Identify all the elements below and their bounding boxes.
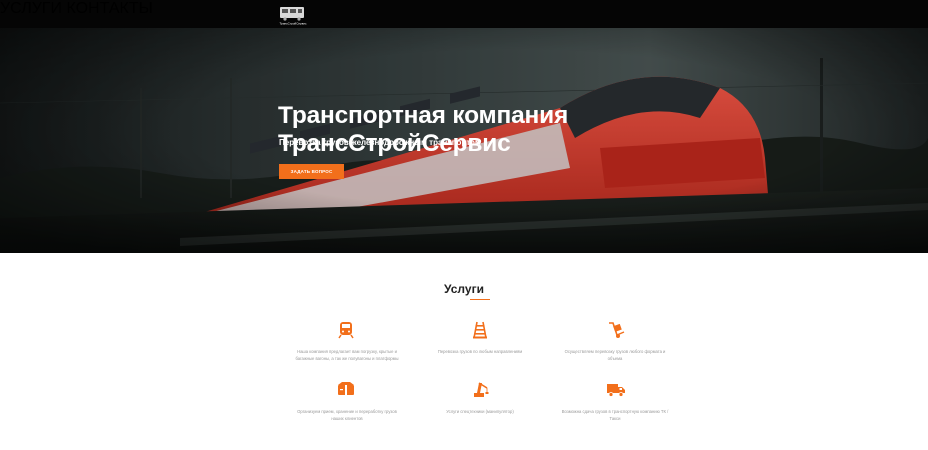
nav-link-services[interactable]: УСЛУГИ xyxy=(0,0,62,17)
service-text-1: Наша компания предлагает вам погрузку, к… xyxy=(295,349,399,361)
service-text-3: Осуществляем перевозку грузов любого фор… xyxy=(564,349,666,361)
boxes-icon xyxy=(336,379,356,399)
logo-text: ТрансСтройСервис xyxy=(280,22,307,26)
delivery-truck-icon xyxy=(606,379,626,399)
service-text-4: Организуем прием, хранение и переработку… xyxy=(297,409,397,421)
hero-title: Транспортная компания ТрансСтройСервис xyxy=(278,102,568,158)
hero-section: Транспортная компания ТрансСтройСервис П… xyxy=(0,28,928,253)
services-title: Услуги xyxy=(444,282,484,296)
hero-title-line1: Транспортная компания xyxy=(278,102,569,129)
nav-link-contacts[interactable]: КОНТАКТЫ xyxy=(66,0,152,17)
hero-subtitle: Перевозка грузов железнодорожным транспо… xyxy=(279,138,481,147)
company-logo[interactable]: ТрансСтройСервис xyxy=(278,2,308,26)
services-title-underline xyxy=(470,299,490,300)
service-text-5: Услуги спецтехники (манипулятор) xyxy=(446,409,514,414)
rail-track-icon xyxy=(470,320,490,340)
service-text-2: Перевозка грузов по любым направлениям xyxy=(437,349,523,354)
hand-truck-icon xyxy=(606,320,626,340)
crane-icon xyxy=(470,379,490,399)
top-navbar: ТрансСтройСервис УСЛУГИ КОНТАКТЫ xyxy=(0,0,928,28)
service-text-6: Возможна сдача грузов в транспортную ком… xyxy=(561,409,669,421)
train-icon xyxy=(336,320,356,340)
ask-question-button[interactable]: ЗАДАТЬ ВОПРОС xyxy=(279,164,344,179)
